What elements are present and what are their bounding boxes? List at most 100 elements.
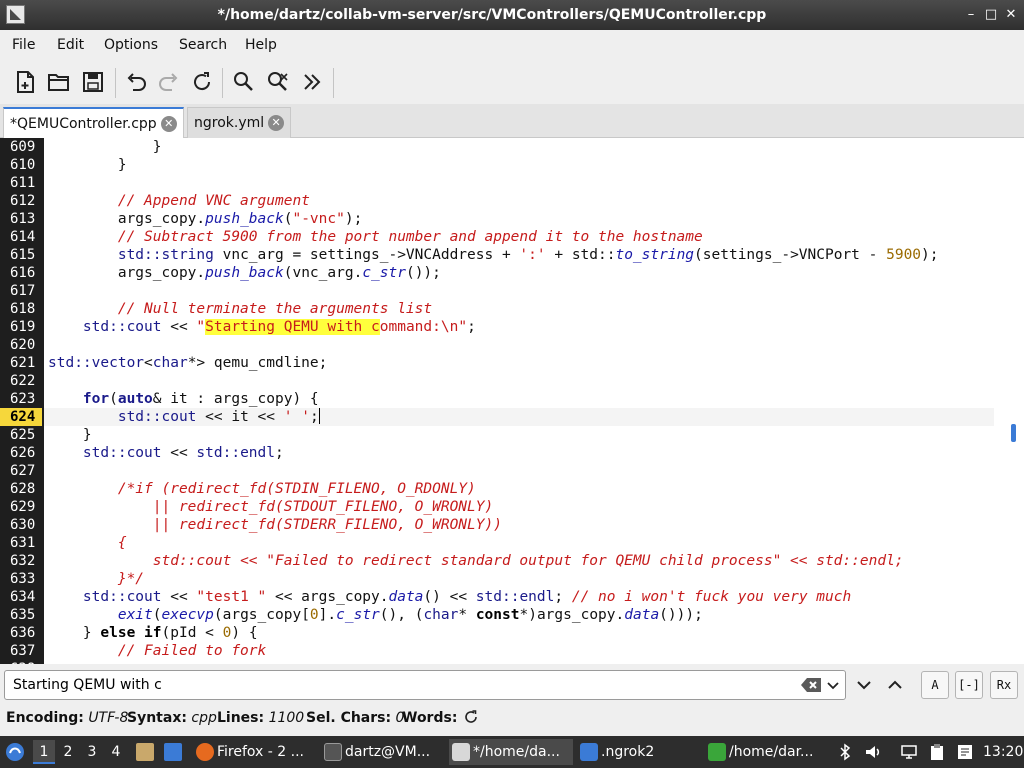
desktop-launcher-icon[interactable] <box>164 743 182 761</box>
code-line: 625 } <box>10 427 92 443</box>
tab-label: ngrok.yml <box>194 115 265 131</box>
code-line: 615 std::string vnc_arg = settings_->VNC… <box>10 247 939 263</box>
task-terminal[interactable]: dartz@VM... <box>321 739 443 765</box>
code-line: 634 std::cout << "test1 " << args_copy.d… <box>10 589 852 605</box>
code-line: 609 } <box>10 139 162 155</box>
volume-icon[interactable] <box>864 743 882 761</box>
code-line: 633 }*/ <box>10 571 145 587</box>
current-line-number: 624 <box>0 408 42 426</box>
vertical-scrollbar[interactable] <box>1004 138 1024 664</box>
code-line: 636 } else if(pId < 0) { <box>10 625 258 641</box>
firefox-icon <box>196 743 214 761</box>
task-text-editor[interactable]: */home/da... <box>449 739 573 765</box>
find-previous-icon[interactable] <box>883 673 907 697</box>
task-text-editor-2[interactable]: /home/dar... <box>705 739 829 765</box>
code-line: 621 std::vector<char*> qemu_cmdline; <box>10 355 328 371</box>
code-editor[interactable]: 609 } 610 } 611 612 // Append VNC argume… <box>0 138 1024 664</box>
syntax-value: cpp <box>191 710 217 726</box>
status-bar: Encoding: UTF-8 Syntax: cpp Lines: 1100 … <box>0 706 1024 730</box>
minimize-button[interactable]: – <box>962 5 980 25</box>
workspace-4[interactable]: 4 <box>105 740 127 764</box>
code-line: 614 // Subtract 5900 from the port numbe… <box>10 229 703 245</box>
code-line: 623 for(auto& it : args_copy) { <box>10 391 319 407</box>
code-line: 632 std::cout << "Failed to redirect sta… <box>10 553 904 569</box>
menu-file[interactable]: File <box>12 30 35 60</box>
menu-edit[interactable]: Edit <box>57 30 84 60</box>
whole-word-button[interactable]: [-] <box>955 671 983 699</box>
title-bar: */home/dartz/collab-vm-server/src/VMCont… <box>0 0 1024 30</box>
tab-bar: *QEMUController.cpp ✕ ngrok.yml ✕ <box>0 104 1024 138</box>
workspace-3[interactable]: 3 <box>81 740 103 764</box>
start-menu-icon[interactable] <box>4 741 26 763</box>
open-folder-icon[interactable] <box>46 69 72 95</box>
network-icon[interactable] <box>900 743 918 761</box>
window-title: */home/dartz/collab-vm-server/src/VMCont… <box>217 7 767 23</box>
code-line: 616 args_copy.push_back(vnc_arg.c_str())… <box>10 265 441 281</box>
find-next-icon[interactable] <box>852 673 876 697</box>
search-icon[interactable] <box>231 69 257 95</box>
reload-icon[interactable] <box>189 69 215 95</box>
code-line: 619 std::cout << "Starting QEMU with com… <box>10 319 476 335</box>
close-tab-icon[interactable]: ✕ <box>268 115 285 131</box>
menu-search[interactable]: Search <box>179 30 227 60</box>
close-tab-icon[interactable]: ✕ <box>160 116 177 132</box>
workspace-2[interactable]: 2 <box>57 740 79 764</box>
code-line: 613 args_copy.push_back("-vnc"); <box>10 211 363 227</box>
search-input[interactable] <box>4 670 846 700</box>
code-line: 624 std::cout << it << ' '; <box>0 408 1000 426</box>
clear-search-icon[interactable] <box>800 675 824 695</box>
text-editor-green-icon <box>708 743 726 761</box>
maximize-button[interactable]: □ <box>982 5 1000 25</box>
code-line: 611 <box>10 175 36 191</box>
menu-options[interactable]: Options <box>104 30 158 60</box>
code-line: 626 std::cout << std::endl; <box>10 445 284 461</box>
bluetooth-icon[interactable] <box>836 743 854 761</box>
chevron-down-icon[interactable] <box>824 675 842 695</box>
save-icon[interactable] <box>80 69 106 95</box>
code-line: 617 <box>10 283 36 299</box>
code-line: 628 /*if (redirect_fd(STDIN_FILENO, O_RD… <box>10 481 476 497</box>
close-button[interactable]: ✕ <box>1002 5 1020 25</box>
tab-label: *QEMUController.cpp <box>10 116 157 132</box>
clock[interactable]: 13:20 <box>983 736 1023 768</box>
code-line: 622 <box>10 373 36 389</box>
search-bar: A [-] Rx <box>0 664 1024 706</box>
folder-icon <box>580 743 598 761</box>
code-line: 631 { <box>10 535 127 551</box>
text-caret <box>318 408 320 424</box>
code-line: 618 // Null terminate the arguments list <box>10 301 433 317</box>
scrollbar-thumb[interactable] <box>1011 424 1016 442</box>
search-match-highlight: Starting QEMU with c <box>205 319 380 335</box>
task-firefox[interactable]: Firefox - 2 ... <box>193 739 317 765</box>
taskbar: 1 2 3 4 Firefox - 2 ... dartz@VM... */ho… <box>0 736 1024 768</box>
code-line: 620 <box>10 337 36 353</box>
menu-help[interactable]: Help <box>245 30 277 60</box>
code-line: 630 || redirect_fd(STDERR_FILENO, O_WRON… <box>10 517 502 533</box>
clipboard-icon[interactable] <box>928 743 946 761</box>
undo-icon[interactable] <box>123 69 149 95</box>
replace-icon[interactable] <box>265 69 291 95</box>
tab-qemucontroller[interactable]: *QEMUController.cpp ✕ <box>3 107 184 138</box>
toolbar-separator <box>115 68 116 98</box>
code-line: 635 exit(execvp(args_copy[0].c_str(), (c… <box>10 607 703 623</box>
code-line: 629 || redirect_fd(STDOUT_FILENO, O_WRON… <box>10 499 494 515</box>
toolbar <box>0 60 1024 104</box>
code-line: 612 // Append VNC argument <box>10 193 310 209</box>
menu-bar: File Edit Options Search Help <box>0 30 1024 60</box>
text-editor-icon <box>452 743 470 761</box>
new-file-icon[interactable] <box>12 69 38 95</box>
code-line: 637 // Failed to fork <box>10 643 267 659</box>
files-launcher-icon[interactable] <box>136 743 154 761</box>
encoding-value: UTF-8 <box>88 710 129 726</box>
toolbar-separator <box>222 68 223 98</box>
lines-value: 1100 <box>268 710 305 726</box>
task-folder-ngrok[interactable]: .ngrok2 <box>577 739 697 765</box>
tab-ngrok[interactable]: ngrok.yml ✕ <box>187 107 292 138</box>
regex-button[interactable]: Rx <box>990 671 1018 699</box>
match-case-button[interactable]: A <box>921 671 949 699</box>
redo-icon[interactable] <box>156 69 182 95</box>
more-icon[interactable] <box>299 69 325 95</box>
workspace-1[interactable]: 1 <box>33 740 55 764</box>
refresh-word-count-icon[interactable] <box>463 709 479 725</box>
notes-icon[interactable] <box>956 743 974 761</box>
